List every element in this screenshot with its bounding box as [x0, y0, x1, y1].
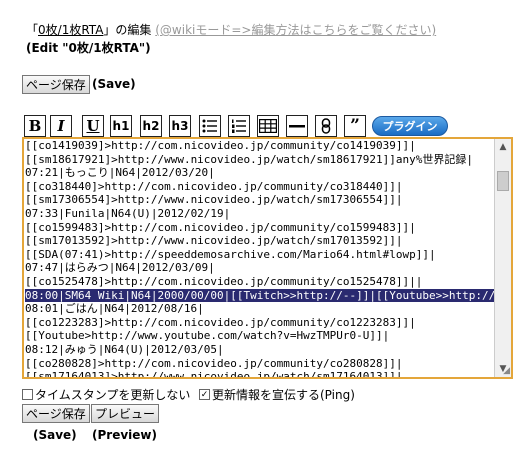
top-save-button[interactable]: ページ保存 [22, 75, 90, 94]
heading1-icon[interactable]: h1 [110, 115, 132, 137]
horizontal-rule-icon[interactable] [286, 115, 308, 137]
save-button[interactable]: ページ保存 [22, 404, 90, 423]
italic-icon[interactable]: I [50, 115, 72, 137]
table-icon[interactable] [257, 115, 279, 137]
wiki-source-textarea[interactable]: [[co1419039]>http://com.nicovideo.jp/com… [22, 137, 513, 379]
editor-line[interactable]: [[co1525478]>http://com.nicovideo.jp/com… [25, 275, 494, 289]
numbered-list-icon[interactable] [228, 115, 250, 137]
editor-line[interactable]: [[co1599483]>http://com.nicovideo.jp/com… [25, 221, 494, 235]
editor-line[interactable]: [[co1223283]>http://com.nicovideo.jp/com… [25, 316, 494, 330]
heading2-icon[interactable]: h2 [140, 115, 162, 137]
plugin-button[interactable]: プラグイン [372, 116, 448, 136]
edit-help-link[interactable]: (@wikiモード=>編集方法はこちらをご覧ください) [155, 23, 436, 37]
timestamp-checkbox[interactable] [22, 389, 33, 400]
scroll-up-arrow-icon[interactable]: ▲ [495, 139, 511, 155]
editor-line[interactable]: [[Youtube>http://www.youtube.com/watch?v… [25, 329, 494, 343]
link-icon[interactable] [315, 115, 337, 137]
scroll-thumb[interactable] [497, 171, 509, 191]
timestamp-label[interactable]: タイムスタンプを更新しない [35, 386, 190, 403]
editor-line[interactable]: [[co280828]>http://com.nicovideo.jp/comm… [25, 357, 494, 371]
top-save-caption: (Save) [92, 77, 136, 91]
editor-line[interactable]: [[co318440]>http://com.nicovideo.jp/comm… [25, 180, 494, 194]
editor-line[interactable]: [[SDA(07:41)>http://speeddemosarchive.co… [25, 248, 494, 262]
resize-grip-icon[interactable]: ◢ [503, 366, 510, 376]
save-caption: (Save) [33, 428, 77, 442]
ping-checkbox[interactable]: ✓ [199, 389, 210, 400]
ping-option[interactable]: ✓ 更新情報を宣伝する(Ping) [199, 386, 355, 403]
title-suffix: 」の編集 [103, 23, 152, 37]
editor-line[interactable]: [[sm18617921]>http://www.nicovideo.jp/wa… [25, 153, 494, 167]
editor-line[interactable]: [[co1419039]>http://com.nicovideo.jp/com… [25, 139, 494, 153]
editor-line[interactable]: [[sm17306554]>http://www.nicovideo.jp/wa… [25, 193, 494, 207]
editor-line[interactable]: 08:12|みゅう|N64(U)|2012/03/05| [25, 343, 494, 357]
ping-label[interactable]: 更新情報を宣伝する(Ping) [212, 386, 355, 403]
edit-caption: (Edit "0枚/1枚RTA") [26, 41, 151, 55]
page-name-link[interactable]: 0枚/1枚RTA [38, 23, 103, 37]
page-title: 「0枚/1枚RTA」の編集 (@wikiモード=>編集方法はこちらをご覧ください… [26, 21, 436, 38]
quote-icon[interactable]: ” [344, 115, 366, 137]
editor-text[interactable]: [[co1419039]>http://com.nicovideo.jp/com… [25, 139, 494, 377]
underline-icon[interactable]: U [82, 115, 104, 137]
timestamp-option[interactable]: タイムスタンプを更新しない [22, 386, 190, 403]
bold-icon[interactable]: B [24, 115, 46, 137]
heading3-icon[interactable]: h3 [169, 115, 191, 137]
bullet-list-icon[interactable] [199, 115, 221, 137]
preview-button[interactable]: プレビュー [91, 404, 160, 423]
editor-line[interactable]: [[sm17013592]>http://www.nicovideo.jp/wa… [25, 234, 494, 248]
editor-line[interactable]: 08:00|SM64 Wiki|N64|2000/00/00|[[Twitch>… [25, 288, 494, 303]
editor-line[interactable]: 07:21|もっこり|N64|2012/03/20| [25, 166, 494, 180]
editor-line[interactable]: [[sm17164013]>http://www.nicovideo.jp/wa… [25, 370, 494, 377]
editor-scrollbar[interactable]: ▲ ▼ [494, 139, 511, 377]
title-open-bracket: 「 [26, 23, 39, 37]
editor-line[interactable]: 07:33|Funila|N64(U)|2012/02/19| [25, 207, 494, 221]
editor-line[interactable]: 08:01|ごはん|N64|2012/08/16| [25, 302, 494, 316]
editor-line[interactable]: 07:47|はらみつ|N64|2012/03/09| [25, 261, 494, 275]
preview-caption: (Preview) [92, 428, 157, 442]
